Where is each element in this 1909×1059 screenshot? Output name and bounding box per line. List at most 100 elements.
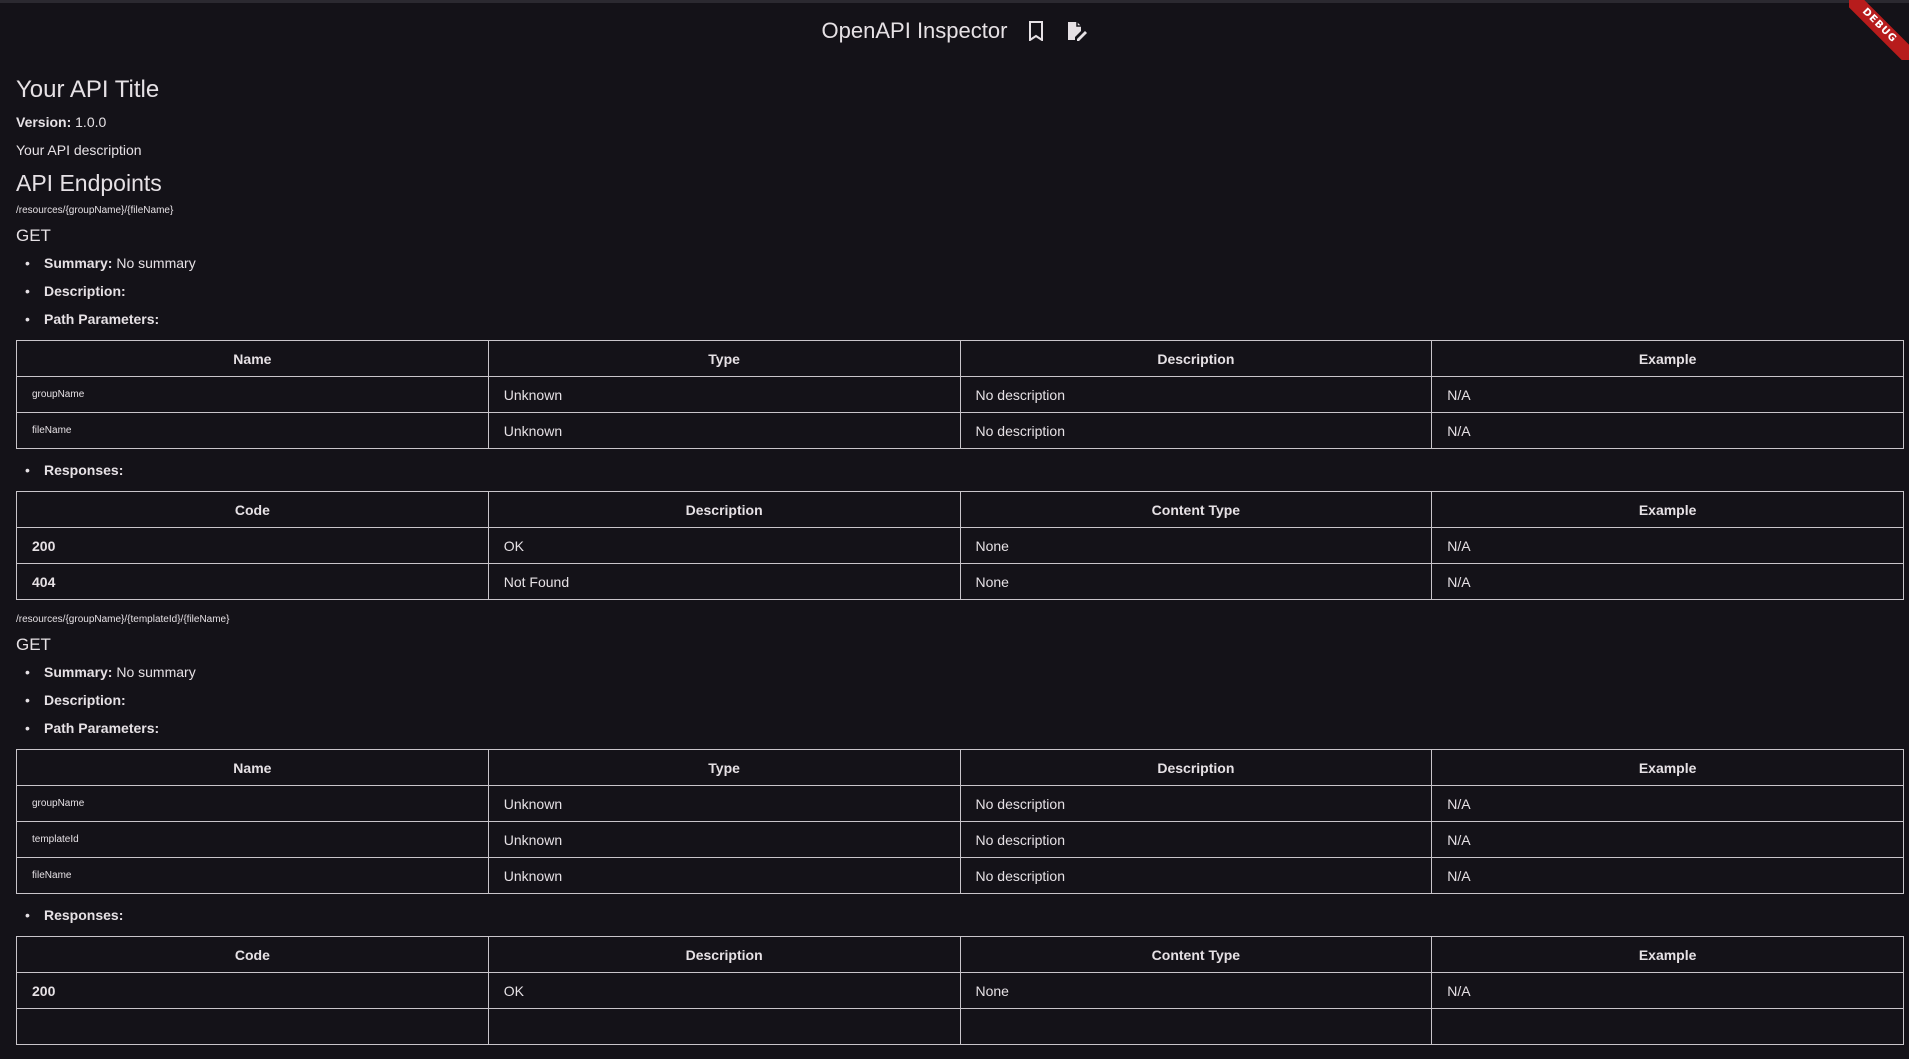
app-title: OpenAPI Inspector xyxy=(821,18,1008,43)
table-row: templateId Unknown No description N/A xyxy=(16,821,1904,858)
api-version: Version: 1.0.0 xyxy=(16,114,1904,130)
table-header-row: Code Description Content Type Example xyxy=(16,491,1904,528)
param-example: N/A xyxy=(1431,785,1904,822)
column-header: Example xyxy=(1431,491,1904,528)
column-header: Name xyxy=(16,340,489,377)
column-header: Description xyxy=(959,340,1433,377)
param-example: N/A xyxy=(1431,857,1904,894)
path-parameters-label: Path Parameters: xyxy=(44,311,160,327)
endpoint-path: /resources/{groupName}/{fileName} xyxy=(16,205,174,216)
summary-value: No summary xyxy=(116,664,196,680)
table-header-row: Name Type Description Example xyxy=(16,340,1904,377)
response-content-type: None xyxy=(959,527,1433,564)
response-code: 404 xyxy=(16,563,489,600)
column-header: Description xyxy=(959,749,1433,786)
table-row: 200 OK None N/A xyxy=(16,972,1904,1009)
endpoint-path: /resources/{groupName}/{templateId}/{fil… xyxy=(16,614,230,625)
response-example: N/A xyxy=(1431,972,1904,1009)
summary-item: Summary: No summary xyxy=(16,665,1904,693)
param-example: N/A xyxy=(1431,821,1904,858)
param-name: groupName xyxy=(16,376,489,413)
table-row xyxy=(16,1008,1904,1045)
param-type: Unknown xyxy=(487,785,961,822)
endpoint-method: GET xyxy=(16,226,51,245)
app-bar: OpenAPI Inspector xyxy=(0,3,1909,59)
description-label: Description: xyxy=(44,692,126,708)
endpoint-details: Summary: No summary Description: Path Pa… xyxy=(16,665,1904,749)
table-row: fileName Unknown No description N/A xyxy=(16,412,1904,449)
api-title: Your API Title xyxy=(16,76,160,103)
path-parameters-label: Path Parameters: xyxy=(44,720,160,736)
column-header: Code xyxy=(16,491,489,528)
api-description: Your API description xyxy=(16,142,142,158)
column-header: Example xyxy=(1431,936,1904,973)
param-example: N/A xyxy=(1431,376,1904,413)
response-example xyxy=(1431,1008,1904,1045)
endpoint-method: GET xyxy=(16,635,51,654)
table-row: fileName Unknown No description N/A xyxy=(16,857,1904,894)
response-example: N/A xyxy=(1431,563,1904,600)
response-description: OK xyxy=(487,972,961,1009)
response-content-type: None xyxy=(959,563,1433,600)
param-type: Unknown xyxy=(487,821,961,858)
path-parameters-item: Path Parameters: xyxy=(16,312,1904,340)
param-type: Unknown xyxy=(487,376,961,413)
column-header: Name xyxy=(16,749,489,786)
param-description: No description xyxy=(959,821,1433,858)
version-label: Version: xyxy=(16,114,72,130)
section-title: API Endpoints xyxy=(16,170,162,196)
param-name: fileName xyxy=(16,412,489,449)
table-row: 404 Not Found None N/A xyxy=(16,563,1904,600)
endpoint: /resources/{groupName}/{templateId}/{fil… xyxy=(16,614,1904,1045)
version-value: 1.0.0 xyxy=(75,114,107,130)
path-parameters-table: Name Type Description Example groupName … xyxy=(16,749,1904,894)
table-row: groupName Unknown No description N/A xyxy=(16,785,1904,822)
column-header: Example xyxy=(1431,749,1904,786)
param-description: No description xyxy=(959,412,1433,449)
column-header: Type xyxy=(487,340,961,377)
edit-document-icon[interactable] xyxy=(1065,20,1088,42)
param-type: Unknown xyxy=(487,857,961,894)
response-content-type xyxy=(959,1008,1433,1045)
responses-label: Responses: xyxy=(44,462,124,478)
description-item: Description: xyxy=(16,693,1904,721)
summary-label: Summary: xyxy=(44,664,113,680)
table-row: 200 OK None N/A xyxy=(16,527,1904,564)
param-description: No description xyxy=(959,376,1433,413)
column-header: Description xyxy=(487,936,961,973)
param-description: No description xyxy=(959,857,1433,894)
responses-item: Responses: xyxy=(16,908,1904,936)
param-name: fileName xyxy=(16,857,489,894)
column-header: Content Type xyxy=(959,491,1433,528)
response-code: 200 xyxy=(16,527,489,564)
param-name: templateId xyxy=(16,821,489,858)
description-item: Description: xyxy=(16,284,1904,312)
path-parameters-item: Path Parameters: xyxy=(16,721,1904,749)
endpoint: /resources/{groupName}/{fileName} GET Su… xyxy=(16,205,1904,600)
param-example: N/A xyxy=(1431,412,1904,449)
response-content-type: None xyxy=(959,972,1433,1009)
response-description: OK xyxy=(487,527,961,564)
column-header: Type xyxy=(487,749,961,786)
bookmark-icon[interactable] xyxy=(1025,20,1047,42)
summary-label: Summary: xyxy=(44,255,113,271)
column-header: Content Type xyxy=(959,936,1433,973)
responses-list: Responses: xyxy=(16,908,1904,936)
param-name: groupName xyxy=(16,785,489,822)
summary-item: Summary: No summary xyxy=(16,256,1904,284)
api-document: Your API Title Version: 1.0.0 Your API d… xyxy=(16,70,1904,1059)
param-description: No description xyxy=(959,785,1433,822)
response-code xyxy=(16,1008,489,1045)
column-header: Code xyxy=(16,936,489,973)
response-description: Not Found xyxy=(487,563,961,600)
endpoint-details: Summary: No summary Description: Path Pa… xyxy=(16,256,1904,340)
responses-list: Responses: xyxy=(16,463,1904,491)
debug-banner: DEBUG xyxy=(1849,0,1909,60)
responses-label: Responses: xyxy=(44,907,124,923)
path-parameters-table: Name Type Description Example groupName … xyxy=(16,340,1904,449)
debug-banner-label: DEBUG xyxy=(1849,0,1909,60)
response-description xyxy=(487,1008,961,1045)
column-header: Description xyxy=(487,491,961,528)
responses-item: Responses: xyxy=(16,463,1904,491)
table-header-row: Code Description Content Type Example xyxy=(16,936,1904,973)
